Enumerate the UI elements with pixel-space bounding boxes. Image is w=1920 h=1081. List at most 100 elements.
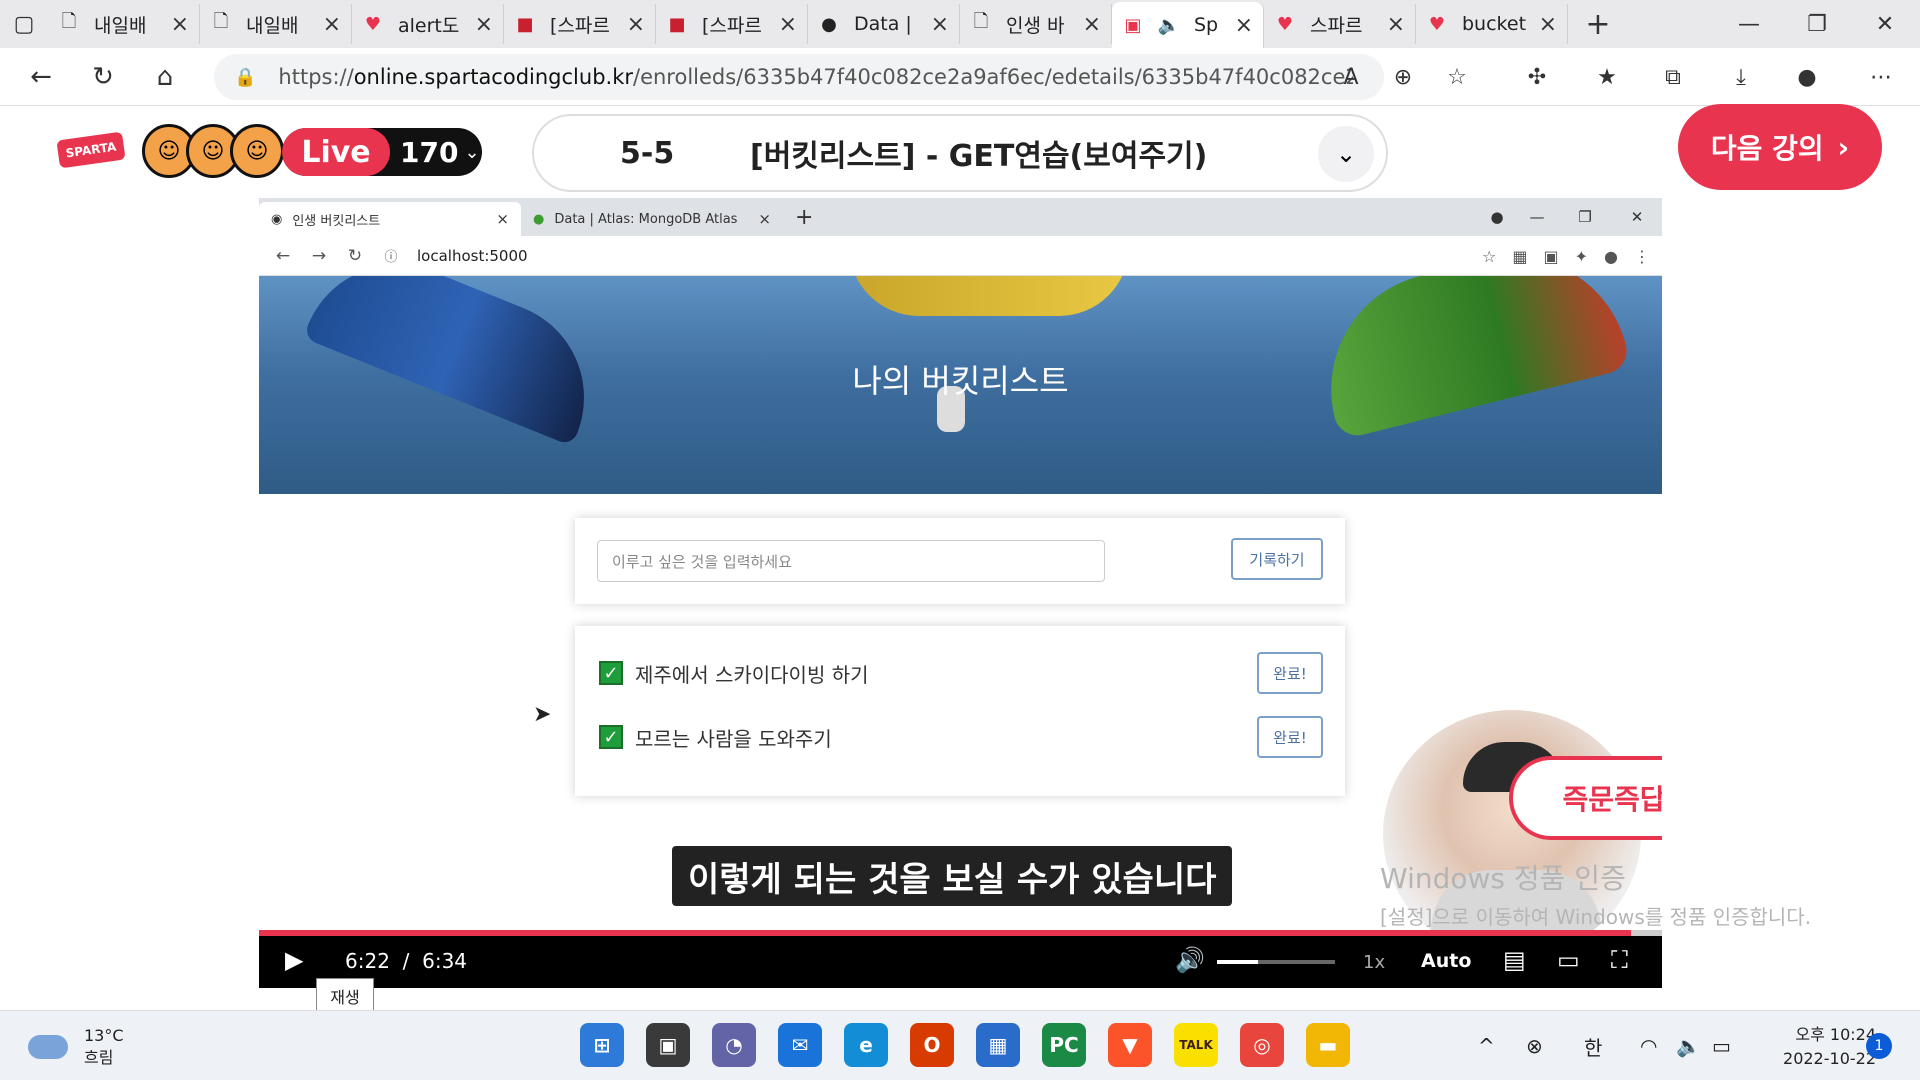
start-icon[interactable]: ⊞ <box>580 1023 624 1067</box>
chevron-down-icon: ⌄ <box>464 141 480 163</box>
restore-icon[interactable]: ❐ <box>1782 0 1852 48</box>
red-book-icon: ■ <box>668 13 686 35</box>
office-icon[interactable]: O <box>910 1023 954 1067</box>
speaker-icon[interactable]: 🔈 <box>1158 14 1180 36</box>
browser-tab-4[interactable]: ■ [스파르 × <box>504 4 656 44</box>
collections-icon[interactable]: ⧉ <box>1648 48 1698 106</box>
close-icon[interactable]: × <box>171 12 189 37</box>
browser-tab-5[interactable]: ■ [스파르 × <box>656 4 808 44</box>
qna-badge[interactable]: 즉문즉답 <box>1509 756 1662 840</box>
input-card: 이루고 싶은 것을 입력하세요 기록하기 <box>575 518 1345 604</box>
show-hidden-icons[interactable]: ^ <box>1478 1011 1495 1081</box>
system-clock[interactable]: 오후 10:24 2022-10-22 <box>1760 1023 1876 1071</box>
video-address-bar: ← → ↻ ⓘ localhost:5000 ☆ ▦ ▣ ✦ ● ⋮ <box>259 236 1662 276</box>
viewer-avatars: ☺ ☺ ☺ <box>142 124 284 178</box>
browser-tab-7[interactable]: 🗋 인생 바 × <box>960 4 1112 44</box>
back-icon[interactable]: ← <box>10 48 72 106</box>
browser-tab-3[interactable]: ♥ alert도 × <box>352 4 504 44</box>
lecture-selector[interactable]: 5-5 [버킷리스트] - GET연습(보여주기) ⌄ <box>532 114 1388 192</box>
wifi-icon[interactable]: ◠ <box>1640 1011 1657 1081</box>
read-aloud-icon[interactable]: A <box>1326 48 1376 106</box>
cloud-icon <box>28 1035 68 1059</box>
close-icon[interactable]: × <box>779 12 797 37</box>
mongodb-leaf-icon: ● <box>821 13 837 35</box>
store-icon[interactable]: ▦ <box>976 1023 1020 1067</box>
picture-in-picture-icon[interactable]: ▭ <box>1557 946 1580 974</box>
lecture-number: 5-5 <box>620 135 675 171</box>
window-close-icon[interactable]: ✕ <box>1850 0 1920 48</box>
close-icon[interactable]: × <box>323 12 341 37</box>
live-viewer-count[interactable]: Live 170 ⌄ <box>282 128 482 176</box>
viewer-count: 170 <box>400 135 459 169</box>
close-icon[interactable]: × <box>1235 13 1253 38</box>
teams-chat-icon[interactable]: ◔ <box>712 1023 756 1067</box>
video-subtitle: 이렇게 되는 것을 보실 수가 있습니다 <box>672 846 1233 906</box>
volume-icon[interactable]: 🔈 <box>1676 1011 1701 1081</box>
add-favorite-icon[interactable]: ☆ <box>1432 48 1482 106</box>
bucket-input: 이루고 싶은 것을 입력하세요 <box>597 540 1105 582</box>
weather-widget[interactable]: 13°C 흐림 <box>28 1025 124 1069</box>
ime-indicator[interactable]: 한 <box>1584 1011 1602 1081</box>
browser-tab-10[interactable]: ♥ bucket × <box>1416 4 1568 44</box>
browser-tab-1[interactable]: 🗋 내일배 × <box>48 4 200 44</box>
windows-taskbar: 13°C 흐림 ⊞ ▣ ◔ ✉ e O ▦ PC ▼ TALK ◎ ▬ ^ ⊗ 한… <box>0 1010 1920 1080</box>
restore-icon: ❐ <box>1578 208 1592 226</box>
sparta-heart-icon: ♥ <box>1276 13 1294 35</box>
tab-actions-icon[interactable]: ▢ <box>0 0 48 48</box>
app-tray-icon[interactable]: ⊗ <box>1526 1011 1543 1081</box>
url-input[interactable]: 🔒 https://online.spartacodingclub.kr/enr… <box>214 54 1384 100</box>
kakaotalk-icon[interactable]: TALK <box>1174 1023 1218 1067</box>
close-icon[interactable]: × <box>1539 12 1557 37</box>
extension-icon: ▣ <box>1543 246 1559 266</box>
list-item: ✓ 모르는 사람을 도와주기 <box>599 716 832 758</box>
close-icon[interactable]: × <box>1083 12 1101 37</box>
browser-tab-6[interactable]: ● Data | × <box>808 4 960 44</box>
chevron-down-icon[interactable]: ⌄ <box>1318 126 1374 182</box>
chrome-icon[interactable]: ◎ <box>1240 1023 1284 1067</box>
sparta-heart-icon: ♥ <box>1428 13 1446 35</box>
bucket-list-card: ✓ 제주에서 스카이다이빙 하기 완료! ✓ 모르는 사람을 도와주기 완료! <box>575 626 1345 796</box>
favorites-icon[interactable]: ★ <box>1582 48 1632 106</box>
profile-avatar[interactable]: ● <box>1782 48 1832 106</box>
volume-icon[interactable]: 🔊 <box>1175 946 1205 974</box>
home-icon[interactable]: ⌂ <box>134 48 196 106</box>
browser-tab-9[interactable]: ♥ 스파르 × <box>1264 4 1416 44</box>
puzzle-icon: ✦ <box>1574 246 1589 266</box>
brave-icon[interactable]: ▼ <box>1108 1023 1152 1067</box>
sparta-logo[interactable]: SPARTA <box>56 131 126 169</box>
video-tab-1: ◉ 인생 버킷리스트 × <box>259 202 521 236</box>
close-icon[interactable]: × <box>475 12 493 37</box>
refresh-icon: ↻ <box>347 245 363 266</box>
mail-icon[interactable]: ✉ <box>778 1023 822 1067</box>
task-view-icon[interactable]: ▣ <box>646 1023 690 1067</box>
quality-selector[interactable]: Auto <box>1421 950 1471 972</box>
subtitles-icon[interactable]: ▤ <box>1503 946 1526 974</box>
new-tab-button[interactable]: + <box>1568 7 1628 42</box>
next-lecture-button[interactable]: 다음 강의 › <box>1678 104 1882 190</box>
close-icon[interactable]: × <box>627 12 645 37</box>
minimize-icon[interactable]: — <box>1714 0 1784 48</box>
downloads-icon[interactable]: ⤓ <box>1716 48 1766 106</box>
extensions-icon[interactable]: ✣ <box>1512 48 1562 106</box>
close-icon[interactable]: × <box>1387 12 1405 37</box>
close-icon: × <box>496 210 509 228</box>
lock-icon[interactable]: 🔒 <box>234 67 256 88</box>
edge-icon[interactable]: e <box>844 1023 888 1067</box>
file-explorer-icon[interactable]: ▬ <box>1306 1023 1350 1067</box>
browser-tab-8-active[interactable]: ▣ 🔈 Sp × <box>1112 2 1264 48</box>
pycharm-icon[interactable]: PC <box>1042 1023 1086 1067</box>
volume-slider[interactable] <box>1217 960 1335 964</box>
battery-icon[interactable]: ▭ <box>1712 1011 1731 1081</box>
more-menu-icon[interactable]: ⋯ <box>1856 48 1906 106</box>
notification-badge[interactable]: 1 <box>1866 1033 1892 1059</box>
browser-tab-2[interactable]: 🗋 내일배 × <box>200 4 352 44</box>
close-icon: × <box>758 210 771 228</box>
fullscreen-icon[interactable]: ⛶ <box>1611 946 1628 974</box>
zoom-icon[interactable]: ⊕ <box>1378 48 1428 106</box>
play-button[interactable]: ▶ <box>285 946 303 974</box>
close-icon[interactable]: × <box>931 12 949 37</box>
checkmark-icon: ✓ <box>599 661 623 685</box>
playback-rate[interactable]: 1x <box>1363 952 1385 973</box>
refresh-icon[interactable]: ↻ <box>72 48 134 106</box>
lecture-title: [버킷리스트] - GET연습(보여주기) <box>750 139 1208 174</box>
